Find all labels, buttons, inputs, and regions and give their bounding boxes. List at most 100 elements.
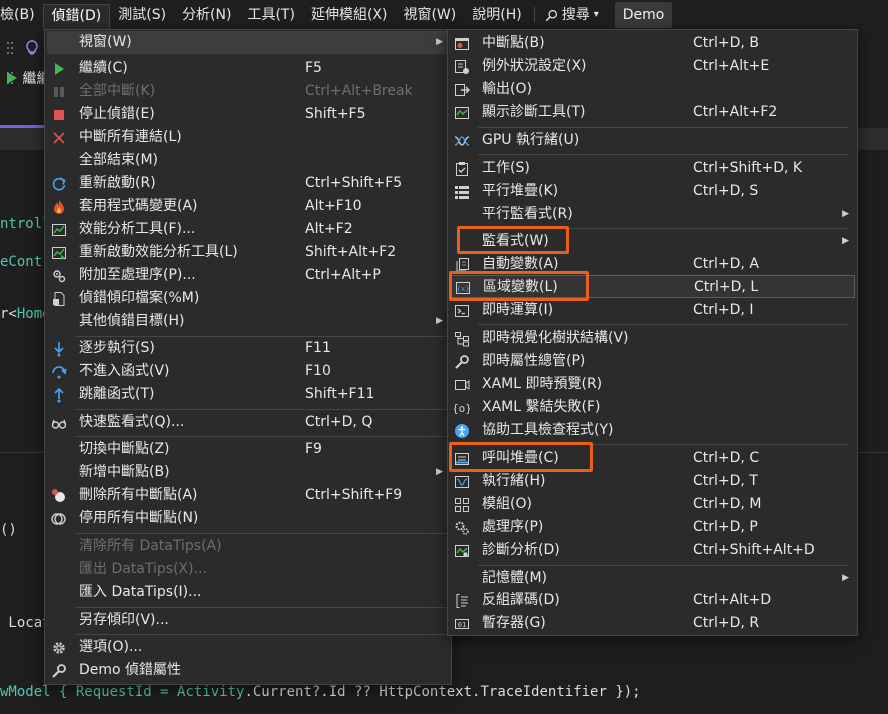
svg-text:{x}: {x} [457,285,470,293]
menu-item-label: 區域變數(L) [483,279,558,295]
debug-menu-item-toggle-breakpoint[interactable]: 切換中斷點(Z) F9 [47,438,449,461]
menu-item-label: XAML 繫結失敗(F) [482,399,601,415]
menubar-help[interactable]: 說明(H) [464,3,529,27]
lightbulb-icon[interactable] [24,40,40,56]
window-item-exception-settings[interactable]: 例外狀況設定(X) Ctrl+Alt+E [450,55,855,78]
window-item-registers[interactable]: 01 暫存器(G) Ctrl+D, R [450,612,855,635]
menu-item-label: 即時運算(I) [482,302,554,318]
window-item-xaml-live-preview[interactable]: XAML 即時預覽(R) [450,373,855,396]
debug-menu-item-save-dump-as[interactable]: 另存傾印(V)... [47,609,449,632]
debug-menu-item-relaunch-profiler[interactable]: 重新啟動效能分析工具(L) Shift+Alt+F2 [47,241,449,264]
accessibility-icon [454,423,470,439]
debug-menu-item-step-out[interactable]: 跳離函式(T) Shift+F11 [47,383,449,406]
menu-item-label: 即時視覺化樹狀結構(V) [482,330,629,346]
window-item-locals[interactable]: {x} 區域變數(L) Ctrl+D, L [450,275,855,298]
code-line: eContr [0,254,51,270]
exception-settings-icon [454,59,470,75]
window-item-diagnostic-analysis[interactable]: 診斷分析(D) Ctrl+Shift+Alt+D [450,539,855,562]
play-icon [51,61,67,77]
submenu-arrow-icon: ▶ [436,316,443,326]
output-icon [454,82,470,98]
menu-item-label: 匯入 DataTips(I)... [79,584,202,600]
window-item-processes[interactable]: 處理序(P) Ctrl+D, P [450,516,855,539]
menu-bar: 檢(B) 偵錯(D) 測試(S) 分析(N) 工具(T) 延伸模組(X) 視窗(… [0,0,888,30]
debug-menu-item-restart[interactable]: 重新啟動(R) Ctrl+Shift+F5 [47,172,449,195]
menu-item-label: 附加至處理序(P)... [79,267,196,283]
menu-item-shortcut: Ctrl+D, A [693,256,759,272]
window-item-memory[interactable]: 記憶體(M) ▶ [450,567,855,590]
menubar-window[interactable]: 視窗(W) [395,3,464,27]
menu-item-shortcut: Ctrl+Alt+D [693,592,772,608]
window-item-live-visual-tree[interactable]: 即時視覺化樹狀結構(V) [450,327,855,350]
live-visual-tree-icon [454,331,470,347]
window-item-disassembly[interactable]: 反組譯碼(D) Ctrl+Alt+D [450,589,855,612]
debug-menu-item-step-into[interactable]: 逐步執行(S) F11 [47,337,449,360]
hot-reload-icon [51,199,67,215]
debug-menu-item-quick-watch[interactable]: 快速監看式(Q)... Ctrl+D, Q [47,411,449,434]
debug-menu-item-continue[interactable]: 繼續(C) F5 [47,57,449,80]
modules-icon [454,497,470,513]
debug-menu-item-debug-dump-file[interactable]: 偵錯傾印檔案(%M) [47,287,449,310]
menu-item-label: 記憶體(M) [482,570,548,586]
menu-item-shortcut: Alt+F2 [305,221,353,237]
menu-item-label: 另存傾印(V)... [79,612,169,628]
relaunch-profiler-icon [51,245,67,261]
code-line: ntroll [0,216,51,232]
menubar-debug[interactable]: 偵錯(D) [42,4,111,30]
debug-menu-item-detach-all[interactable]: 中斷所有連結(L) [47,126,449,149]
step-into-icon [51,341,67,357]
menubar-test[interactable]: 測試(S) [110,3,174,27]
debug-menu-item-import-datatips[interactable]: 匯入 DataTips(I)... [47,581,449,604]
window-item-accessibility-checker[interactable]: 協助工具檢查程式(Y) [450,419,855,442]
menu-item-label: 效能分析工具(F)... [79,221,196,237]
window-item-threads[interactable]: 執行緒(H) Ctrl+D, T [450,470,855,493]
debug-menu-item-debug-properties[interactable]: Demo 偵錯屬性 [47,659,449,682]
debug-menu-item-apply-code-changes[interactable]: 套用程式碼變更(A) Alt+F10 [47,195,449,218]
window-item-parallel-watch[interactable]: 平行監看式(R) ▶ [450,203,855,226]
submenu-arrow-icon: ▶ [842,573,849,583]
window-item-autos[interactable]: 自動變數(A) Ctrl+D, A [450,253,855,276]
window-item-modules[interactable]: 模組(O) Ctrl+D, M [450,493,855,516]
menubar-tools[interactable]: 工具(T) [239,3,302,27]
window-item-call-stack[interactable]: 呼叫堆疊(C) Ctrl+D, C [450,447,855,470]
debug-menu-item-performance-profiler[interactable]: 效能分析工具(F)... Alt+F2 [47,218,449,241]
menubar-extensions[interactable]: 延伸模組(X) [303,3,396,27]
debug-menu-item-stop-debugging[interactable]: 停止偵錯(E) Shift+F5 [47,103,449,126]
debug-menu-item-delete-all-breakpoints[interactable]: 刪除所有中斷點(A) Ctrl+Shift+F9 [47,484,449,507]
diagnostic-analysis-icon [454,543,470,559]
menu-item-label: 平行堆疊(K) [482,183,559,199]
menubar-analyze[interactable]: 分析(N) [174,3,239,27]
code-line: () [0,522,17,538]
window-item-watch[interactable]: 監看式(W) ▶ [450,230,855,253]
window-item-parallel-stacks[interactable]: 平行堆疊(K) Ctrl+D, S [450,180,855,203]
menu-item-label: XAML 即時預覽(R) [482,376,603,392]
window-item-immediate[interactable]: 即時運算(I) Ctrl+D, I [450,299,855,322]
window-item-xaml-binding-failures[interactable]: {o} XAML 繫結失敗(F) [450,396,855,419]
window-item-output[interactable]: 輸出(O) [450,78,855,101]
debug-menu-item-attach-to-process[interactable]: 附加至處理序(P)... Ctrl+Alt+P [47,264,449,287]
window-item-diagnostic-tools[interactable]: 顯示診斷工具(T) Ctrl+Alt+F2 [450,101,855,124]
debug-menu-item-new-breakpoint[interactable]: 新增中斷點(B) ▶ [47,461,449,484]
menubar-separator [533,7,535,23]
menu-item-shortcut: Ctrl+D, R [693,615,760,631]
window-item-gpu-threads[interactable]: GPU 執行緒(U) [450,129,855,152]
debug-menu-item-options[interactable]: 選項(O)... [47,636,449,659]
menu-item-shortcut: F10 [305,363,331,379]
window-item-live-property-explorer[interactable]: 即時屬性總管(P) [450,350,855,373]
immediate-icon [454,303,470,319]
debug-menu-item-terminate-all[interactable]: 全部結束(M) [47,149,449,172]
menu-separator [478,324,848,325]
debug-menu-item-other-debug-targets[interactable]: 其他偵錯目標(H) ▶ [47,310,449,333]
menu-item-label: 平行監看式(R) [482,206,573,222]
search-button[interactable]: 搜尋 ▾ [539,3,609,27]
submenu-arrow-icon: ▶ [842,236,849,246]
debug-menu-item-disable-all-breakpoints[interactable]: 停用所有中斷點(N) [47,507,449,530]
debug-menu-item-windows[interactable]: 視窗(W) ▶ [47,31,449,54]
solution-name-badge[interactable]: Demo [614,2,673,28]
window-item-tasks[interactable]: 工作(S) Ctrl+Shift+D, K [450,157,855,180]
debug-menu-item-step-over[interactable]: 不進入函式(V) F10 [47,360,449,383]
menubar-view[interactable]: 檢(B) [0,3,43,27]
menu-item-label: 套用程式碼變更(A) [79,198,198,214]
gear-icon [51,640,67,656]
window-item-breakpoints[interactable]: 中斷點(B) Ctrl+D, B [450,32,855,55]
